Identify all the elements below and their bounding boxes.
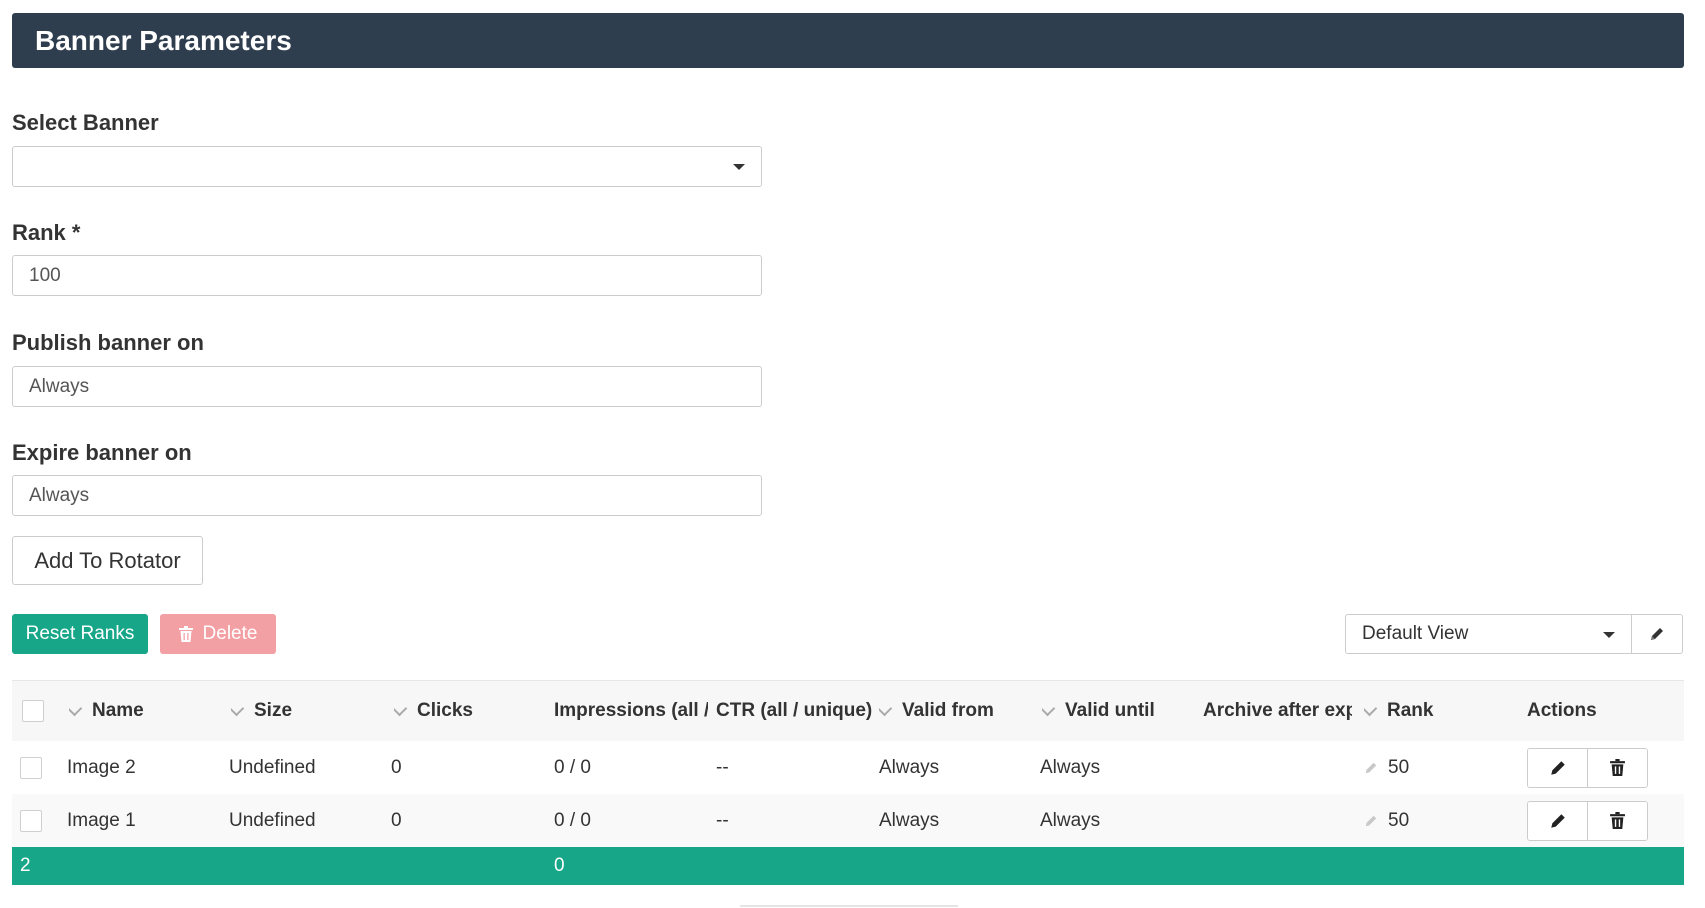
- chevron-down-icon: [69, 700, 83, 716]
- col-header-valid-until[interactable]: Valid until: [1042, 681, 1192, 741]
- select-all-checkbox[interactable]: [22, 700, 44, 722]
- cell-ctr: --: [716, 756, 729, 778]
- cell-valid-from: Always: [879, 809, 940, 831]
- col-header-ctr-label: CTR (all / unique): [716, 700, 873, 721]
- row-checkbox[interactable]: [20, 809, 42, 832]
- select-banner-label: Select Banner: [12, 110, 159, 135]
- publish-date-input[interactable]: Always: [12, 366, 762, 407]
- col-header-valid-until-label: Valid until: [1065, 700, 1155, 721]
- panel-header: Banner Parameters: [12, 13, 1684, 68]
- caret-down-icon: [1603, 632, 1615, 638]
- pencil-icon[interactable]: [1364, 761, 1378, 775]
- delete-button[interactable]: Delete: [160, 614, 276, 654]
- cell-clicks: 0: [391, 756, 402, 778]
- rank-input[interactable]: 100: [12, 255, 762, 296]
- cell-rank-value: 50: [1388, 809, 1410, 831]
- caret-down-icon: [733, 164, 745, 170]
- pencil-icon[interactable]: [1364, 814, 1378, 828]
- summary-count: 2: [20, 855, 31, 876]
- row-checkbox[interactable]: [20, 756, 42, 779]
- cell-archive: [1203, 741, 1343, 794]
- pencil-icon: [1651, 628, 1663, 640]
- chevron-down-icon: [231, 700, 245, 716]
- summary-row: 2 0: [12, 847, 1684, 885]
- summary-impressions: 0: [554, 855, 565, 876]
- trash-icon: [1610, 812, 1625, 829]
- chevron-down-icon: [879, 700, 893, 716]
- reset-ranks-button[interactable]: Reset Ranks: [12, 614, 148, 654]
- rank-input-value: 100: [29, 264, 61, 286]
- col-header-name-label: Name: [92, 700, 144, 721]
- col-header-ctr[interactable]: CTR (all / unique): [716, 681, 876, 741]
- col-header-rank[interactable]: Rank: [1364, 681, 1514, 741]
- delete-button-label: Delete: [202, 623, 258, 644]
- col-header-impressions-label: Impressions (all / unique): [554, 700, 708, 721]
- col-header-impressions[interactable]: Impressions (all / unique): [554, 681, 708, 741]
- col-header-valid-from[interactable]: Valid from: [879, 681, 1029, 741]
- pager-edge: [740, 905, 958, 907]
- cell-size: Undefined: [229, 809, 316, 831]
- edit-row-button[interactable]: [1528, 748, 1587, 787]
- col-header-actions: Actions: [1527, 681, 1677, 741]
- edit-row-button[interactable]: [1528, 801, 1587, 840]
- cell-impressions: 0 / 0: [554, 756, 591, 778]
- cell-actions: [1527, 741, 1648, 794]
- col-header-clicks[interactable]: Clicks: [394, 681, 544, 741]
- chevron-down-icon: [1042, 700, 1056, 716]
- pencil-icon: [1550, 760, 1565, 775]
- cell-name: Image 2: [67, 756, 136, 778]
- row-action-group: [1527, 747, 1648, 788]
- trash-icon: [178, 626, 193, 642]
- panel-title: Banner Parameters: [35, 24, 292, 56]
- rank-label: Rank *: [12, 220, 81, 245]
- cell-rank-value: 50: [1388, 756, 1410, 778]
- expire-date-input[interactable]: Always: [12, 475, 762, 516]
- cell-valid-until: Always: [1040, 809, 1101, 831]
- expire-date-value: Always: [29, 484, 90, 506]
- col-header-size[interactable]: Size: [231, 681, 381, 741]
- col-header-clicks-label: Clicks: [417, 700, 473, 721]
- select-banner-dropdown[interactable]: [12, 146, 762, 187]
- cell-name: Image 1: [67, 809, 136, 831]
- edit-view-button[interactable]: [1631, 614, 1683, 654]
- cell-clicks: 0: [391, 809, 402, 831]
- trash-icon: [1610, 759, 1625, 776]
- expire-label: Expire banner on: [12, 440, 192, 465]
- table-row[interactable]: Image 1 Undefined 0 0 / 0 -- Always Alwa…: [12, 794, 1684, 847]
- row-action-group: [1527, 800, 1648, 841]
- publish-label: Publish banner on: [12, 330, 204, 355]
- publish-date-value: Always: [29, 375, 90, 397]
- cell-rank[interactable]: 50: [1364, 794, 1514, 847]
- delete-row-button[interactable]: [1587, 801, 1647, 840]
- cell-rank[interactable]: 50: [1364, 741, 1514, 794]
- col-header-size-label: Size: [254, 700, 293, 721]
- grid-header-row: Name Size Clicks Impressions (all / uniq…: [12, 680, 1684, 741]
- cell-actions: [1527, 794, 1648, 847]
- cell-size: Undefined: [229, 756, 316, 778]
- cell-valid-until: Always: [1040, 756, 1101, 778]
- cell-ctr: --: [716, 809, 729, 831]
- col-header-actions-label: Actions: [1527, 700, 1597, 721]
- table-row[interactable]: Image 2 Undefined 0 0 / 0 -- Always Alwa…: [12, 741, 1684, 794]
- col-header-archive-label: Archive after expiration: [1203, 700, 1352, 721]
- view-select-value: Default View: [1362, 623, 1469, 644]
- row-checkbox-cell[interactable]: [20, 794, 42, 847]
- row-checkbox-cell[interactable]: [20, 741, 42, 794]
- select-all-checkbox-cell[interactable]: [22, 681, 44, 741]
- col-header-name[interactable]: Name: [69, 681, 219, 741]
- view-select-dropdown[interactable]: Default View: [1345, 614, 1632, 654]
- col-header-valid-from-label: Valid from: [902, 700, 994, 721]
- cell-valid-from: Always: [879, 756, 940, 778]
- delete-row-button[interactable]: [1587, 748, 1647, 787]
- col-header-archive[interactable]: Archive after expiration: [1203, 681, 1352, 741]
- cell-impressions: 0 / 0: [554, 809, 591, 831]
- chevron-down-icon: [394, 700, 408, 716]
- pencil-icon: [1550, 813, 1565, 828]
- chevron-down-icon: [1364, 700, 1378, 716]
- col-header-rank-label: Rank: [1387, 700, 1434, 721]
- add-to-rotator-button[interactable]: Add To Rotator: [12, 536, 203, 585]
- cell-archive: [1203, 794, 1343, 847]
